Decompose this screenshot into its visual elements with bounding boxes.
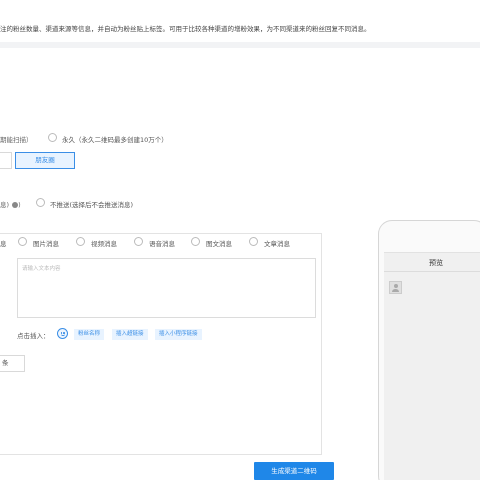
message-type-news-label: 图文消息 bbox=[206, 240, 232, 248]
avatar-icon bbox=[389, 281, 402, 294]
channel-option-prev[interactable] bbox=[0, 152, 12, 169]
top-notice-bar: 注的粉丝数量、渠道来源等信息，并自动为粉丝贴上标签。可用于比较各种渠道的增粉效果… bbox=[0, 0, 480, 42]
temporary-option-label: 期能扫描） bbox=[0, 136, 33, 144]
push-option-label: 息) ) bbox=[0, 201, 21, 209]
insert-label: 点击插入： bbox=[17, 332, 50, 340]
message-type-news-radio[interactable] bbox=[191, 237, 200, 246]
no-push-radio[interactable] bbox=[36, 198, 45, 207]
message-type-video-radio[interactable] bbox=[76, 237, 85, 246]
no-push-label: 不推送(选择后不会推送消息) bbox=[50, 201, 134, 209]
message-type-image-label: 图片消息 bbox=[33, 240, 59, 248]
message-type-article-radio[interactable] bbox=[249, 237, 258, 246]
help-icon[interactable] bbox=[12, 202, 19, 208]
insert-miniprogram-link-tag[interactable]: 插入小程序链接 bbox=[155, 329, 202, 340]
preview-divider bbox=[384, 271, 480, 272]
smile-icon[interactable] bbox=[57, 328, 68, 339]
permanent-option-label: 永久（永久二维码最多创建10万个） bbox=[62, 136, 168, 144]
preview-title: 预览 bbox=[429, 259, 443, 267]
add-message-button[interactable]: 条 bbox=[0, 355, 25, 372]
generate-qrcode-button[interactable]: 生成渠道二维码 bbox=[254, 462, 334, 480]
permanent-radio[interactable] bbox=[48, 133, 57, 142]
message-type-text-label: 息 bbox=[0, 240, 7, 248]
message-type-video-label: 视频消息 bbox=[91, 240, 117, 248]
message-type-image-radio[interactable] bbox=[18, 237, 27, 246]
message-type-voice-label: 语音消息 bbox=[149, 240, 175, 248]
insert-hyperlink-tag[interactable]: 插入超链接 bbox=[112, 329, 148, 340]
message-textarea[interactable]: 请输入文本内容 bbox=[17, 258, 316, 318]
feature-description: 注的粉丝数量、渠道来源等信息，并自动为粉丝贴上标签。可用于比较各种渠道的增粉效果… bbox=[0, 25, 371, 33]
message-type-voice-radio[interactable] bbox=[134, 237, 143, 246]
message-type-article-label: 文章消息 bbox=[264, 240, 290, 248]
channel-moments-button[interactable]: 朋友圈 bbox=[15, 152, 75, 169]
insert-fan-name-tag[interactable]: 粉丝名称 bbox=[74, 329, 105, 340]
